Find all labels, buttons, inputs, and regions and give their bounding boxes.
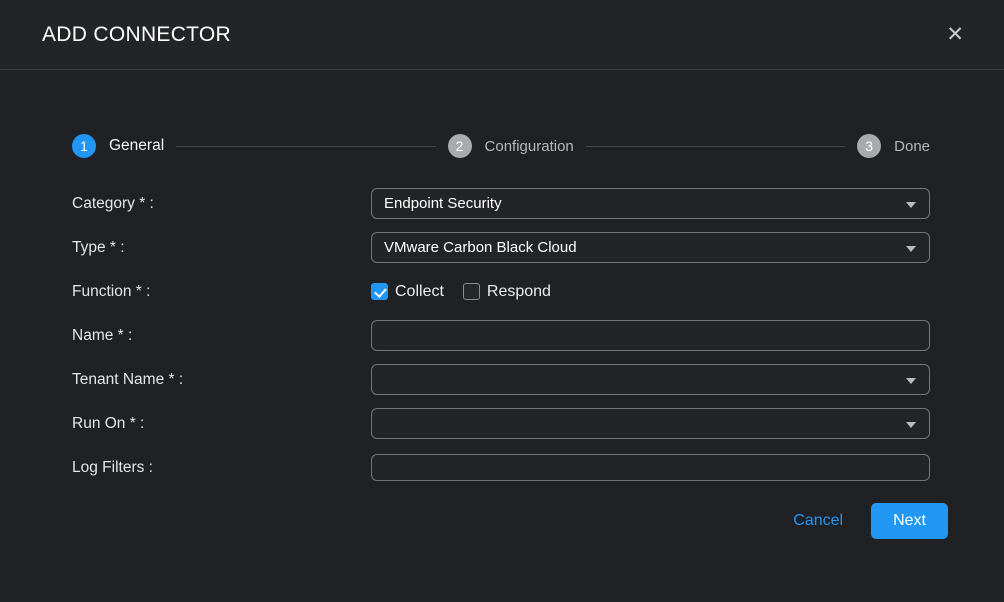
stepper: 1 General 2 Configuration 3 Done <box>72 134 930 158</box>
run-on-label: Run On * : <box>72 415 371 433</box>
function-label: Function * : <box>72 283 371 301</box>
step-configuration[interactable]: 2 Configuration <box>448 134 574 158</box>
name-label: Name * : <box>72 327 371 345</box>
log-filters-label: Log Filters : <box>72 459 371 477</box>
dialog-header: ADD CONNECTOR ✕ <box>0 0 1004 70</box>
step-number-badge: 2 <box>448 134 472 158</box>
next-button[interactable]: Next <box>871 503 948 539</box>
dialog-footer: Cancel Next <box>72 503 948 539</box>
checkbox-unchecked-icon <box>463 283 480 300</box>
cancel-button[interactable]: Cancel <box>793 512 843 530</box>
function-checkbox-group: Collect Respond <box>371 283 930 301</box>
respond-checkbox-label: Respond <box>487 283 551 301</box>
collect-checkbox[interactable]: Collect <box>371 283 444 301</box>
type-select[interactable]: VMware Carbon Black Cloud <box>371 232 930 263</box>
form-row-run-on: Run On * : <box>72 408 930 439</box>
chevron-down-icon <box>906 422 916 428</box>
tenant-name-select[interactable] <box>371 364 930 395</box>
chevron-down-icon <box>906 246 916 252</box>
step-connector <box>586 146 845 147</box>
log-filters-input[interactable] <box>371 454 930 481</box>
collect-checkbox-label: Collect <box>395 283 444 301</box>
step-label: Configuration <box>485 138 574 155</box>
form-row-tenant-name: Tenant Name * : <box>72 364 930 395</box>
step-label: Done <box>894 138 930 155</box>
name-input[interactable] <box>371 320 930 351</box>
step-connector <box>176 146 435 147</box>
step-done[interactable]: 3 Done <box>857 134 930 158</box>
add-connector-dialog: ADD CONNECTOR ✕ 1 General 2 Configuratio… <box>0 0 1004 602</box>
step-general[interactable]: 1 General <box>72 134 164 158</box>
checkbox-checked-icon <box>371 283 388 300</box>
run-on-select[interactable] <box>371 408 930 439</box>
form-row-type: Type * : VMware Carbon Black Cloud <box>72 232 930 263</box>
type-select-value: VMware Carbon Black Cloud <box>384 239 577 256</box>
form-row-category: Category * : Endpoint Security <box>72 188 930 219</box>
form-row-function: Function * : Collect Respond <box>72 276 930 307</box>
tenant-name-label: Tenant Name * : <box>72 371 371 389</box>
dialog-body: 1 General 2 Configuration 3 Done Categor… <box>0 70 1004 602</box>
dialog-title: ADD CONNECTOR <box>42 23 231 47</box>
form-row-name: Name * : <box>72 320 930 351</box>
step-label: General <box>109 137 164 155</box>
chevron-down-icon <box>906 202 916 208</box>
chevron-down-icon <box>906 378 916 384</box>
step-number-badge: 1 <box>72 134 96 158</box>
category-select[interactable]: Endpoint Security <box>371 188 930 219</box>
step-number-badge: 3 <box>857 134 881 158</box>
close-icon[interactable]: ✕ <box>946 24 964 45</box>
type-label: Type * : <box>72 239 371 257</box>
connector-form: Category * : Endpoint Security Type * : … <box>72 188 930 539</box>
form-row-log-filters: Log Filters : <box>72 452 930 483</box>
category-label: Category * : <box>72 195 371 213</box>
category-select-value: Endpoint Security <box>384 195 502 212</box>
respond-checkbox[interactable]: Respond <box>463 283 551 301</box>
